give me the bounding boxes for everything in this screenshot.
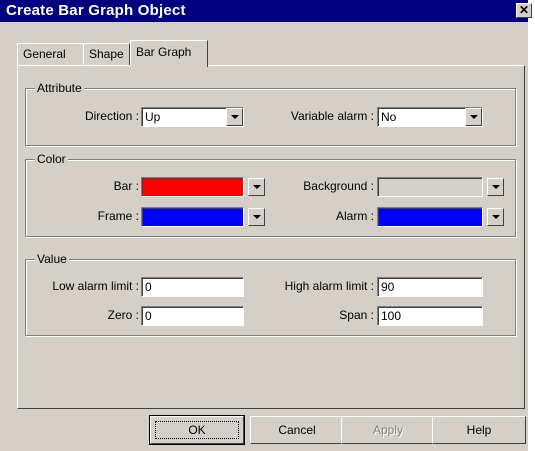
zero-value: 0 <box>145 309 152 323</box>
bar-color-swatch[interactable] <box>141 177 244 197</box>
direction-dropdown-button[interactable] <box>226 108 243 126</box>
ok-focus-rect <box>155 421 239 439</box>
cancel-button[interactable]: Cancel <box>250 416 344 444</box>
bar-color-label: Bar : <box>113 179 139 193</box>
low-alarm-limit-input[interactable]: 0 <box>141 277 244 297</box>
background-color-dropdown-button[interactable] <box>487 178 504 196</box>
color-legend: Color <box>35 152 68 166</box>
title-bar: Create Bar Graph Object ✕ <box>0 0 532 22</box>
low-alarm-limit-value: 0 <box>145 280 152 294</box>
value-legend: Value <box>35 252 69 266</box>
alarm-color-dropdown-button[interactable] <box>487 208 504 226</box>
frame-color-label: Frame : <box>97 209 139 223</box>
value-group: Value Low alarm limit : 0 High alarm lim… <box>25 252 516 336</box>
span-value: 100 <box>381 309 402 323</box>
variable-alarm-label: Variable alarm : <box>290 109 374 123</box>
span-label: Span : <box>339 308 374 322</box>
direction-value: Up <box>145 110 161 124</box>
alarm-color-swatch[interactable] <box>377 207 483 227</box>
zero-label: Zero : <box>107 308 139 322</box>
ok-button[interactable]: OK <box>149 415 245 445</box>
high-alarm-limit-input[interactable]: 90 <box>377 277 483 297</box>
help-button[interactable]: Help <box>432 416 526 444</box>
bar-graph-panel: Attribute Direction : Up Variable alarm … <box>17 65 525 409</box>
high-alarm-limit-label: High alarm limit : <box>284 279 374 293</box>
attribute-legend: Attribute <box>35 81 84 95</box>
alarm-color-label: Alarm : <box>335 209 374 223</box>
dialog-title: Create Bar Graph Object <box>6 2 186 19</box>
color-group: Color Bar : Background : Frame : Alarm : <box>25 152 516 237</box>
span-input[interactable]: 100 <box>377 306 483 326</box>
dialog-window: Create Bar Graph Object ✕ General Shape … <box>0 0 532 451</box>
high-alarm-limit-value: 90 <box>381 280 395 294</box>
tab-shape-label: Shape <box>89 47 124 61</box>
variable-alarm-value: No <box>381 110 397 124</box>
apply-button[interactable]: Apply <box>341 416 435 444</box>
zero-input[interactable]: 0 <box>141 306 244 326</box>
tab-general-label: General <box>23 47 66 61</box>
tab-bar-graph-label: Bar Graph <box>136 45 192 59</box>
low-alarm-limit-label: Low alarm limit : <box>52 279 139 293</box>
cancel-button-label: Cancel <box>278 423 316 437</box>
tab-shape[interactable]: Shape <box>83 43 130 65</box>
apply-button-label: Apply <box>372 423 404 437</box>
direction-label: Direction : <box>84 109 139 123</box>
tab-general[interactable]: General <box>17 43 84 65</box>
variable-alarm-dropdown-button[interactable] <box>465 108 482 126</box>
help-button-label: Help <box>466 423 492 437</box>
close-icon[interactable]: ✕ <box>516 3 532 18</box>
attribute-group: Attribute Direction : Up Variable alarm … <box>25 81 516 146</box>
frame-color-swatch[interactable] <box>141 207 244 227</box>
tab-bar-graph[interactable]: Bar Graph <box>130 40 208 67</box>
background-color-label: Background : <box>303 179 374 193</box>
background-color-swatch[interactable] <box>377 177 483 197</box>
